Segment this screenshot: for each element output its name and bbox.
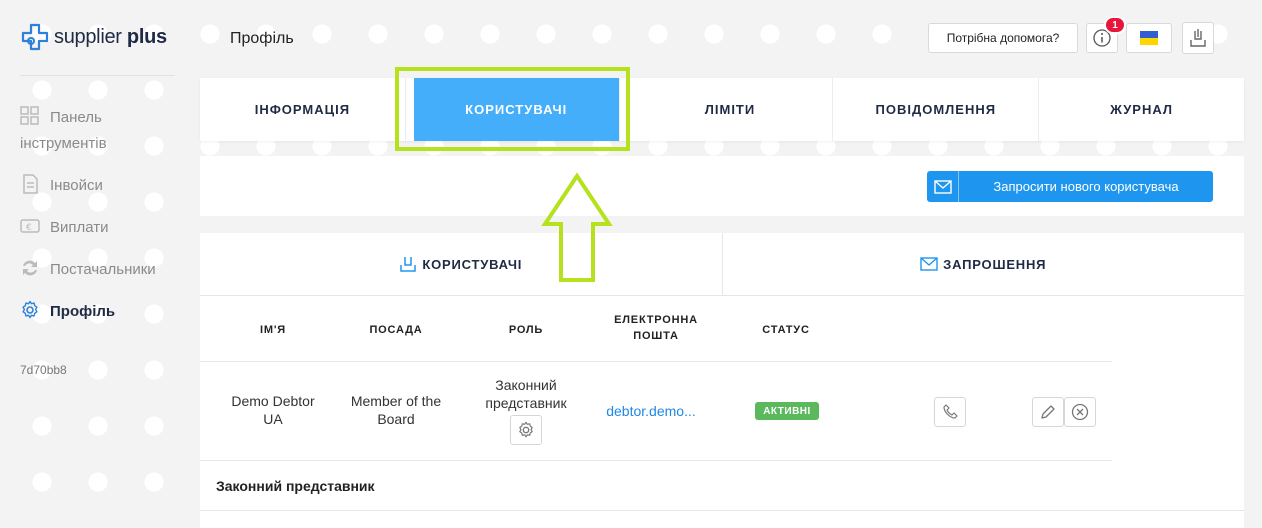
app-version: 7d70bb8 xyxy=(20,363,67,377)
annotation-arrow xyxy=(541,172,613,282)
page-title: Профіль xyxy=(230,30,294,47)
sidebar-item-profile[interactable]: Профіль xyxy=(20,299,190,325)
language-button[interactable] xyxy=(1126,23,1172,53)
user-position: Member of the Board xyxy=(350,393,442,427)
table-header: ІМ'Я ПОСАДА РОЛЬ ЕЛЕКТРОННА ПОШТА СТАТУС xyxy=(200,296,1112,362)
sidebar-item-label: Профіль xyxy=(50,303,116,320)
gear-icon xyxy=(22,300,38,319)
dashboard-icon xyxy=(20,106,39,125)
sidebar-item-payouts[interactable]: € Виплати xyxy=(20,215,190,241)
user-name: Demo Debtor UA xyxy=(231,393,315,427)
column-header-email: ЕЛЕКТРОННА ПОШТА xyxy=(614,314,698,342)
users-subtabs: КОРИСТУВАЧІ ЗАПРОШЕННЯ xyxy=(200,233,1244,296)
edit-user-button[interactable] xyxy=(1032,397,1064,427)
user-email-link[interactable]: debtor.demo... xyxy=(598,402,704,420)
subtab-users-label: КОРИСТУВАЧІ xyxy=(422,256,523,272)
tab-limits[interactable]: ЛІМІТИ xyxy=(628,78,834,141)
envelope-icon xyxy=(927,171,959,202)
notification-badge: 1 xyxy=(1104,16,1126,34)
sidebar-item-dashboard[interactable]: Панель інструментів xyxy=(20,105,190,157)
subtab-invitations[interactable]: ЗАПРОШЕННЯ xyxy=(723,233,1245,295)
pencil-icon xyxy=(1041,405,1055,419)
column-header-position: ПОСАДА xyxy=(369,324,423,336)
column-header-name: ІМ'Я xyxy=(260,324,286,336)
logout-icon xyxy=(1190,29,1206,47)
ukraine-flag-icon xyxy=(1140,31,1158,45)
user-role: Законний представник xyxy=(485,377,567,411)
svg-text:€: € xyxy=(26,223,32,233)
sidebar-item-label: Виплати xyxy=(50,219,109,236)
subtab-invitations-label: ЗАПРОШЕННЯ xyxy=(943,256,1047,272)
sidebar-item-label: Інвойси xyxy=(50,177,103,194)
status-badge: АКТИВНІ xyxy=(755,402,819,420)
highlight-frame xyxy=(395,67,630,151)
sidebar-item-suppliers[interactable]: Постачальники xyxy=(20,257,190,283)
profile-tabs: ІНФОРМАЦІЯ КОРИСТУВАЧІ ЛІМІТИ ПОВІДОМЛЕН… xyxy=(200,78,1244,141)
call-button[interactable] xyxy=(934,397,966,427)
column-header-role: РОЛЬ xyxy=(508,324,544,336)
suppliers-icon xyxy=(23,260,37,276)
app-logo[interactable]: supplier plus xyxy=(20,22,167,52)
envelope-icon xyxy=(920,257,938,271)
tab-information[interactable]: ІНФОРМАЦІЯ xyxy=(200,78,406,141)
tab-notifications[interactable]: ПОВІДОМЛЕННЯ xyxy=(833,78,1040,141)
users-panel: КОРИСТУВАЧІ ЗАПРОШЕННЯ ІМ'Я ПОСАДА РОЛЬ … xyxy=(200,233,1244,528)
logo-icon xyxy=(21,23,49,51)
sidebar-divider xyxy=(20,75,175,76)
help-button[interactable]: Потрібна допомога? xyxy=(928,23,1078,53)
role-group-label: Законний представник xyxy=(216,478,375,494)
role-settings-button[interactable] xyxy=(510,415,542,445)
gear-icon xyxy=(519,421,533,438)
phone-icon xyxy=(943,404,958,419)
sidebar: supplier plus Панель інструментів Інвойс… xyxy=(0,0,200,528)
invoice-icon xyxy=(23,174,38,194)
sidebar-item-label: Постачальники xyxy=(50,261,156,278)
invite-user-label: Запросити нового користувача xyxy=(993,179,1179,194)
invite-user-button[interactable]: Запросити нового користувача xyxy=(927,171,1213,202)
table-row: Demo Debtor UA Member of the Board Закон… xyxy=(200,362,1112,461)
subtab-users[interactable]: КОРИСТУВАЧІ xyxy=(200,233,723,295)
column-header-status: СТАТУС xyxy=(762,324,810,336)
delete-user-button[interactable] xyxy=(1064,397,1096,427)
user-tray-icon xyxy=(400,257,417,272)
sidebar-item-invoices[interactable]: Інвойси xyxy=(20,173,190,199)
logout-button[interactable] xyxy=(1182,22,1214,54)
close-circle-icon xyxy=(1071,403,1089,421)
logo-text: supplier plus xyxy=(54,25,167,48)
tab-journal[interactable]: ЖУРНАЛ xyxy=(1039,78,1244,141)
role-group-row: Законний представник xyxy=(200,461,1244,511)
payout-icon: € xyxy=(20,219,40,233)
